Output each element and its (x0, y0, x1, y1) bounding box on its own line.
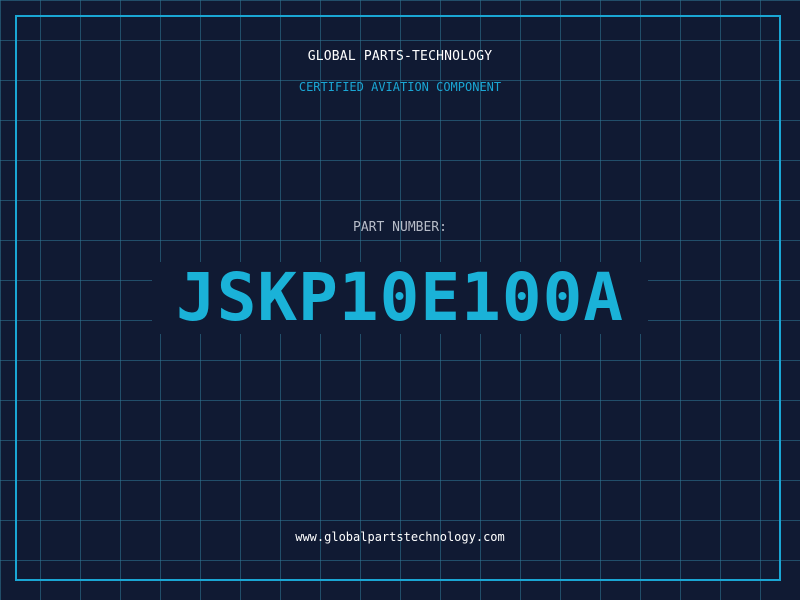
website-url: www.globalpartstechnology.com (295, 530, 505, 544)
company-name: GLOBAL PARTS-TECHNOLOGY (307, 49, 493, 64)
part-card: GLOBAL PARTS-TECHNOLOGY CERTIFIED AVIATI… (0, 0, 800, 600)
certification-text: CERTIFIED AVIATION COMPONENT (298, 80, 502, 94)
part-number-value: JSKP10E100A (175, 259, 625, 336)
part-number-label: PART NUMBER: (353, 220, 447, 235)
